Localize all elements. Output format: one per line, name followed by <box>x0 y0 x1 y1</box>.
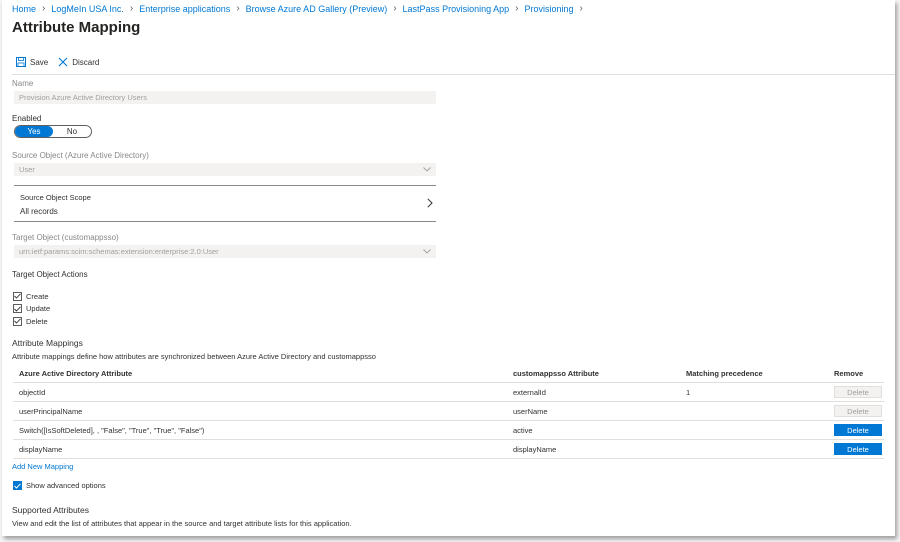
breadcrumb-home[interactable]: Home <box>12 4 36 14</box>
mappings-description: Attribute mappings define how attributes… <box>12 352 376 361</box>
supported-attributes-heading: Supported Attributes <box>12 505 90 515</box>
source-attribute-cell: displayName <box>13 439 507 459</box>
remove-cell: Delete <box>828 401 884 421</box>
column-header-source: Azure Active Directory Attribute <box>19 368 133 378</box>
save-icon <box>16 57 26 67</box>
delete-label: Delete <box>26 316 48 326</box>
remove-cell: Delete <box>828 420 884 440</box>
table-row[interactable]: userPrincipalName userName Delete <box>13 401 884 421</box>
source-attribute-cell: objectId <box>13 382 507 402</box>
checkmark-icon <box>14 306 21 312</box>
column-header-target: customappsso Attribute <box>513 368 599 378</box>
delete-button[interactable]: Delete <box>834 424 882 436</box>
main-panel: Home › LogMeIn USA Inc. › Enterprise app… <box>2 0 895 536</box>
table-row[interactable]: Switch([IsSoftDeleted], , "False", "True… <box>13 420 884 440</box>
show-advanced-label: Show advanced options <box>26 481 106 490</box>
enabled-no-option[interactable]: No <box>53 126 91 137</box>
checkmark-icon <box>14 482 21 489</box>
delete-button: Delete <box>834 405 882 417</box>
table-row[interactable]: objectId externalId 1 Delete <box>13 382 884 402</box>
target-attribute-cell: displayName <box>507 439 680 459</box>
name-input: Provision Azure Active Directory Users <box>14 91 436 104</box>
breadcrumb: Home › LogMeIn USA Inc. › Enterprise app… <box>12 3 589 14</box>
target-object-select: urn:ietf:params:scim:schemas:extension:e… <box>14 245 436 258</box>
target-attribute-cell: userName <box>507 401 680 421</box>
update-checkbox[interactable] <box>13 304 22 314</box>
mappings-heading: Attribute Mappings <box>12 338 83 348</box>
breadcrumb-enterprise-apps[interactable]: Enterprise applications <box>139 4 230 14</box>
chevron-down-icon <box>423 167 431 172</box>
supported-attributes-description: View and edit the list of attributes tha… <box>12 519 352 528</box>
discard-label: Discard <box>72 57 100 67</box>
breadcrumb-gallery[interactable]: Browse Azure AD Gallery (Preview) <box>246 4 388 14</box>
target-actions-label: Target Object Actions <box>12 270 88 279</box>
breadcrumb-tenant[interactable]: LogMeIn USA Inc. <box>51 4 124 14</box>
chevron-right-icon: › <box>579 3 583 14</box>
source-object-select: User <box>14 163 436 176</box>
enabled-yes-option[interactable]: Yes <box>15 126 53 137</box>
name-label: Name <box>12 79 34 88</box>
remove-cell: Delete <box>828 382 884 402</box>
target-attribute-cell: active <box>507 420 680 440</box>
source-scope-label: Source Object Scope <box>20 193 91 202</box>
chevron-right-icon: › <box>393 3 397 14</box>
chevron-right-icon: › <box>42 3 46 14</box>
delete-button: Delete <box>834 386 882 398</box>
source-scope-value: All records <box>20 207 58 216</box>
action-create-row[interactable]: Create <box>13 290 50 303</box>
precedence-cell <box>680 401 828 421</box>
checkmark-icon <box>14 293 21 299</box>
delete-button[interactable]: Delete <box>834 443 882 455</box>
command-bar: Save Discard <box>16 57 109 67</box>
enabled-label: Enabled <box>12 114 42 123</box>
source-object-scope[interactable]: Source Object Scope All records <box>14 185 436 222</box>
breadcrumb-app[interactable]: LastPass Provisioning App <box>403 4 510 14</box>
add-new-mapping-link[interactable]: Add New Mapping <box>12 462 73 471</box>
save-button[interactable]: Save <box>16 57 48 67</box>
precedence-cell <box>680 439 828 459</box>
page-title: Attribute Mapping <box>12 19 141 36</box>
target-object-value: urn:ietf:params:scim:schemas:extension:e… <box>19 247 219 256</box>
chevron-right-icon <box>427 198 433 208</box>
precedence-cell: 1 <box>680 382 828 402</box>
source-attribute-cell: Switch([IsSoftDeleted], , "False", "True… <box>13 420 507 440</box>
chevron-right-icon: › <box>515 3 519 14</box>
breadcrumb-provisioning[interactable]: Provisioning <box>524 4 573 14</box>
target-actions-group: Create Update Delete <box>13 290 50 328</box>
mappings-table: Azure Active Directory Attribute customa… <box>13 364 884 459</box>
delete-checkbox[interactable] <box>13 316 22 326</box>
table-header-row: Azure Active Directory Attribute customa… <box>13 364 884 383</box>
column-header-remove: Remove <box>834 368 864 378</box>
close-icon <box>58 57 68 67</box>
checkmark-icon <box>14 318 21 324</box>
table-row[interactable]: displayName displayName Delete <box>13 439 884 459</box>
target-object-label: Target Object (customappsso) <box>12 233 119 242</box>
update-label: Update <box>26 304 51 314</box>
action-update-row[interactable]: Update <box>13 303 50 316</box>
action-delete-row[interactable]: Delete <box>13 315 50 328</box>
source-object-label: Source Object (Azure Active Directory) <box>12 151 149 160</box>
create-checkbox[interactable] <box>13 291 22 301</box>
show-advanced-row[interactable]: Show advanced options <box>13 481 106 490</box>
target-attribute-cell: externalId <box>507 382 680 402</box>
chevron-right-icon: › <box>236 3 240 14</box>
source-object-value: User <box>19 165 35 174</box>
discard-button[interactable]: Discard <box>58 57 99 67</box>
precedence-cell <box>680 420 828 440</box>
enabled-toggle: Yes No <box>14 125 92 138</box>
chevron-right-icon: › <box>129 3 134 14</box>
create-label: Create <box>26 291 49 301</box>
column-header-precedence: Matching precedence <box>686 368 763 378</box>
remove-cell: Delete <box>828 439 884 459</box>
show-advanced-checkbox[interactable] <box>13 481 22 490</box>
chevron-down-icon <box>423 249 431 254</box>
save-label: Save <box>30 57 49 67</box>
toolbar-divider <box>12 74 895 75</box>
source-attribute-cell: userPrincipalName <box>13 401 507 421</box>
